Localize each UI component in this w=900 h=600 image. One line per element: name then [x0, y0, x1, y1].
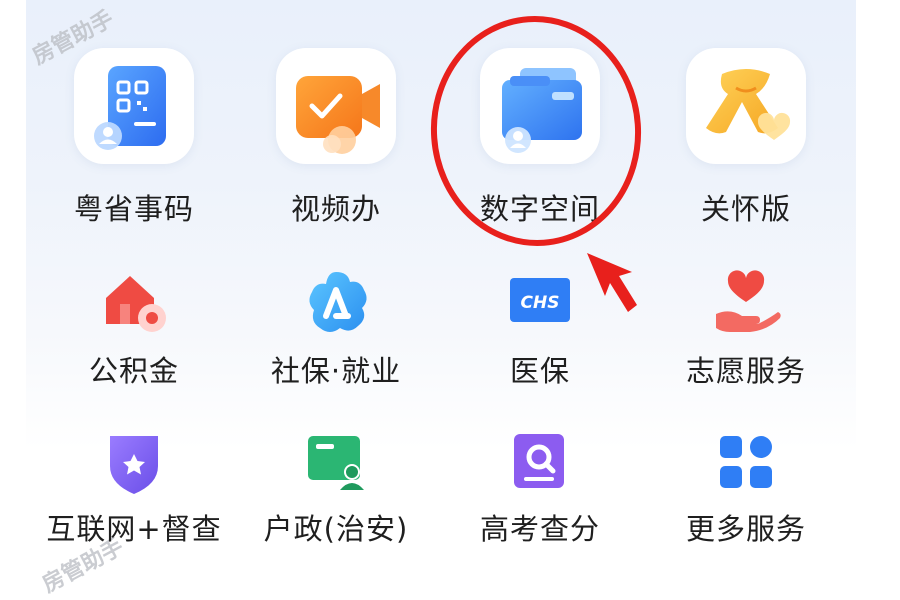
- service-label: 户政(治安): [263, 512, 409, 546]
- chs-card-icon: CHS: [500, 262, 580, 342]
- service-label: 视频办: [290, 192, 381, 226]
- qr-card-icon: [74, 48, 194, 164]
- service-label: 关怀版: [700, 192, 791, 226]
- service-label: 高考查分: [479, 512, 600, 546]
- house-coin-icon: [94, 262, 174, 342]
- service-label: 公积金: [88, 354, 179, 388]
- social-security-icon: [296, 262, 376, 342]
- heart-hand-icon: [706, 262, 786, 342]
- grid-icon: [706, 422, 786, 502]
- scarf-heart-icon: [686, 48, 806, 164]
- wallet-user-icon: [480, 48, 600, 164]
- search-doc-icon: [500, 422, 580, 502]
- service-label: 医保: [509, 354, 570, 388]
- shield-star-icon: [94, 422, 174, 502]
- service-label: 社保·就业: [270, 354, 402, 388]
- video-check-icon: [276, 48, 396, 164]
- service-label: 更多服务: [685, 512, 806, 546]
- id-card-icon: [296, 422, 376, 502]
- service-label: 数字空间: [479, 192, 600, 226]
- service-label: 粤省事码: [73, 192, 194, 226]
- chs-text: CHS: [521, 293, 560, 313]
- service-label: 志愿服务: [685, 354, 806, 388]
- service-label: 互联网+督查: [46, 512, 222, 546]
